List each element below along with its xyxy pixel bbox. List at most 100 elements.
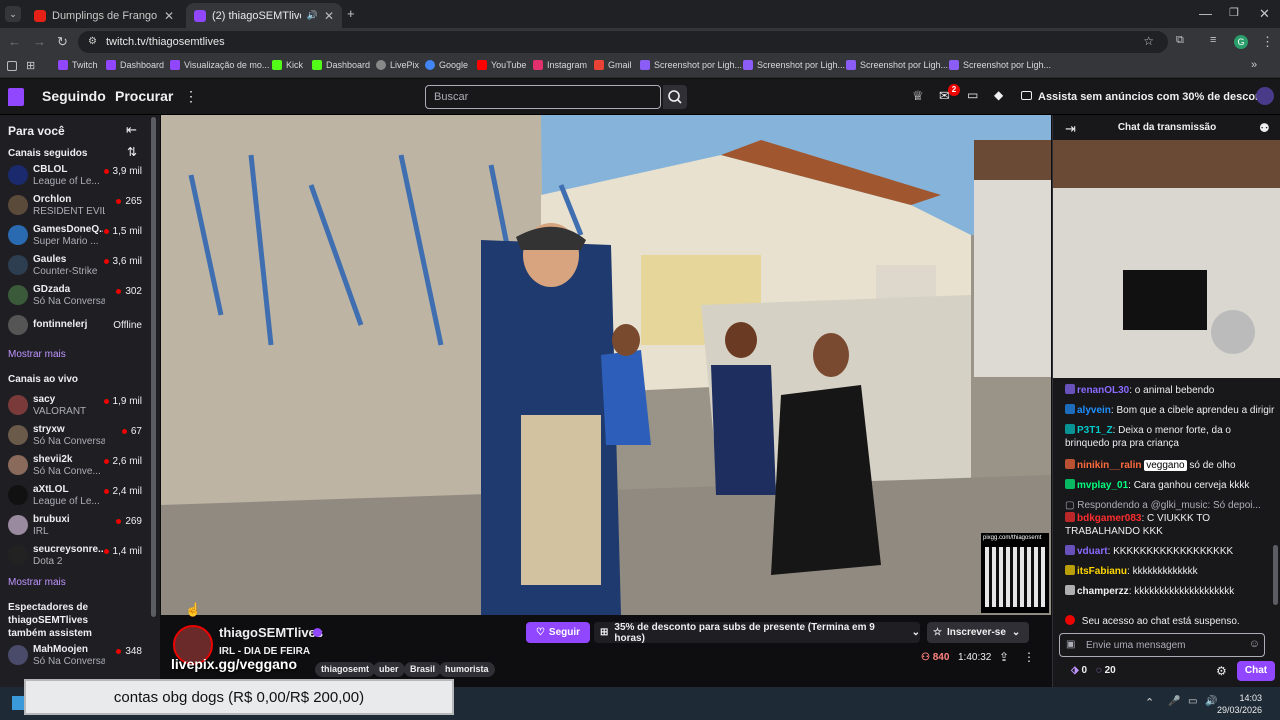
tag-pill[interactable]: humorista: [439, 662, 495, 677]
chat-username[interactable]: P3T1_Z: [1077, 425, 1113, 436]
close-tab-icon[interactable]: ✕: [164, 9, 174, 23]
sidebar-channel-followed[interactable]: GDzada Só Na Conversa 302: [0, 280, 150, 310]
sidebar-channel-live[interactable]: shevii2k Só Na Conve... 2,6 mil: [0, 450, 150, 480]
whispers-icon[interactable]: ▭: [967, 88, 978, 102]
forward-icon[interactable]: →: [33, 34, 46, 49]
follow-button[interactable]: ♡ Seguir: [526, 622, 590, 643]
chat-username[interactable]: alyvein: [1077, 405, 1111, 416]
bookmark-screenshot-4[interactable]: Screenshot por Ligh...: [949, 60, 1051, 70]
bookmark-star-icon[interactable]: ☆: [1143, 34, 1154, 48]
extensions-icon[interactable]: ⧉: [1176, 34, 1184, 47]
sort-icon[interactable]: ⇅: [127, 145, 137, 159]
sidebar-channel-followed[interactable]: GamesDoneQ... Super Mario ... 1,5 mil: [0, 220, 150, 250]
turbo-promo-button[interactable]: Assista sem anúncios com 30% de desconto: [1016, 86, 1279, 108]
chat-username[interactable]: bdkgamer083: [1077, 513, 1141, 524]
sidebar-channel-followed[interactable]: fontinnelerj Offline: [0, 310, 150, 340]
collapse-sidebar-icon[interactable]: ⇤: [126, 122, 137, 138]
apps-icon[interactable]: [7, 61, 17, 71]
bookmark-kick[interactable]: Kick: [272, 60, 303, 70]
qr-code-panel: pixgg.com/thiagosemt: [981, 533, 1049, 613]
clock-time[interactable]: 14:03: [1222, 693, 1262, 703]
speaker-icon[interactable]: 🔊: [307, 10, 318, 21]
bookmark-youtube[interactable]: YouTube: [477, 60, 526, 70]
clock-date[interactable]: 29/03/2026: [1210, 705, 1262, 715]
chat-send-button[interactable]: Chat: [1237, 661, 1275, 681]
address-bar[interactable]: ⚙ twitch.tv/thiagosemtlives ☆: [78, 31, 1168, 53]
chat-username[interactable]: renanOL30: [1077, 385, 1129, 396]
sidebar-channel-followed[interactable]: OrchlonRESIDENT EVIL... 265: [0, 190, 150, 220]
bookmark-screenshot-3[interactable]: Screenshot por Ligh...: [846, 60, 948, 70]
channel-points[interactable]: ⬗ 0 ◌ 20: [1071, 665, 1116, 676]
bookmark-gmail[interactable]: Gmail: [594, 60, 632, 70]
subscribe-button[interactable]: ☆ Inscrever-se ⌄: [927, 622, 1029, 643]
show-more-live-link[interactable]: Mostrar mais: [8, 577, 66, 588]
bookmark-google[interactable]: Google: [425, 60, 468, 70]
sidebar-channel-live[interactable]: sacy VALORANT 1,9 mil: [0, 390, 150, 420]
tray-arrow-icon[interactable]: ⌃: [1145, 696, 1154, 709]
microphone-icon[interactable]: 🎤: [1168, 696, 1180, 707]
emote-picker-icon[interactable]: ▣: [1066, 639, 1075, 650]
bookmark-instagram[interactable]: Instagram: [533, 60, 587, 70]
browser-tab-2-active[interactable]: (2) thiagoSEMTlives - Twitch 🔊 ✕: [186, 3, 342, 28]
chat-scrollbar[interactable]: [1273, 545, 1278, 605]
chat-input[interactable]: ▣ Envie uma mensagem ☺: [1059, 633, 1265, 657]
browser-menu-icon[interactable]: ⋮: [1261, 34, 1274, 50]
site-info-icon[interactable]: ⚙: [88, 36, 97, 47]
sidebar-channel-followed[interactable]: CBLOL League of Le... 3,9 mil: [0, 160, 150, 190]
sidebar-channel-live[interactable]: stryxw Só Na Conversa 67: [0, 420, 150, 450]
tag-pill[interactable]: Brasil: [404, 662, 442, 677]
bookmark-twitch[interactable]: Twitch: [58, 60, 98, 70]
show-more-followed-link[interactable]: Mostrar mais: [8, 349, 66, 360]
profile-avatar[interactable]: G: [1234, 35, 1248, 49]
nav-following[interactable]: Seguindo: [42, 88, 106, 104]
sidebar-channel-live[interactable]: aXtLOL League of Le... 2,4 mil: [0, 480, 150, 510]
chat-username[interactable]: vduart: [1077, 546, 1108, 557]
close-tab-icon[interactable]: ✕: [324, 9, 334, 23]
tag-pill[interactable]: thiagosemt: [315, 662, 376, 677]
reload-icon[interactable]: ↻: [57, 34, 68, 50]
more-options-icon[interactable]: ⋮: [184, 88, 198, 105]
search-input[interactable]: Buscar: [425, 85, 661, 109]
chat-username[interactable]: champerzz: [1077, 586, 1129, 597]
bookmark-dashboard[interactable]: Dashboard: [106, 60, 164, 70]
back-icon[interactable]: ←: [8, 34, 21, 49]
nav-browse[interactable]: Procurar: [115, 88, 173, 104]
browser-tab-1[interactable]: Dumplings de Frango com BBC ✕: [26, 3, 182, 28]
video-player[interactable]: pixgg.com/thiagosemt: [161, 115, 1051, 615]
more-bookmarks-icon[interactable]: »: [1251, 59, 1257, 71]
minimize-icon[interactable]: —: [1199, 6, 1212, 21]
sidebar-channel-also[interactable]: MahMoojen Só Na Conversa 348: [0, 640, 150, 670]
chat-username[interactable]: ninikin__ralin: [1077, 460, 1141, 471]
bookmark-visualizacao[interactable]: Visualização de mo...: [170, 60, 269, 70]
sidebar-scrollbar[interactable]: [151, 117, 156, 617]
network-icon[interactable]: ▭: [1188, 696, 1197, 707]
media-icon[interactable]: ≡: [1210, 34, 1216, 46]
twitch-logo-icon[interactable]: [8, 88, 24, 106]
search-button[interactable]: [663, 85, 687, 109]
emoji-icon[interactable]: ☺: [1249, 638, 1260, 650]
bits-icon[interactable]: ◆: [994, 88, 1003, 102]
channel-name[interactable]: thiagoSEMTlives: [219, 625, 323, 640]
chat-username[interactable]: mvplay_01: [1077, 480, 1128, 491]
restore-icon[interactable]: ❐: [1229, 6, 1239, 19]
bookmark-screenshot-1[interactable]: Screenshot por Ligh...: [640, 60, 742, 70]
user-avatar[interactable]: [1256, 87, 1274, 105]
bookmark-kick-dashboard[interactable]: Dashboard: [312, 60, 370, 70]
sidebar-channel-followed[interactable]: Gaules Counter-Strike 3,6 mil: [0, 250, 150, 280]
chat-settings-icon[interactable]: ⚙: [1216, 664, 1227, 678]
bookmark-livepix[interactable]: LivePix: [376, 60, 419, 70]
community-icon[interactable]: ⚉: [1259, 121, 1270, 135]
sidebar-channel-live[interactable]: brubuxi IRL 269: [0, 510, 150, 540]
close-window-icon[interactable]: ✕: [1259, 6, 1270, 22]
new-tab-icon[interactable]: +: [347, 6, 355, 21]
bookmark-screenshot-2[interactable]: Screenshot por Ligh...: [743, 60, 845, 70]
gift-sub-promo-button[interactable]: ⊞ 35% de desconto para subs de presente …: [594, 622, 920, 644]
share-icon[interactable]: ⇪: [999, 650, 1009, 664]
tag-pill[interactable]: uber: [373, 662, 405, 677]
sidebar-channel-live[interactable]: seucreysonre... Dota 2 1,4 mil: [0, 540, 150, 570]
chat-username[interactable]: itsFabianu: [1077, 566, 1127, 577]
tab-list-icon[interactable]: ⌄: [5, 6, 21, 22]
prime-crown-icon[interactable]: ♕: [912, 88, 924, 104]
grid-icon[interactable]: ⊞: [26, 59, 35, 72]
more-actions-icon[interactable]: ⋮: [1023, 650, 1035, 664]
